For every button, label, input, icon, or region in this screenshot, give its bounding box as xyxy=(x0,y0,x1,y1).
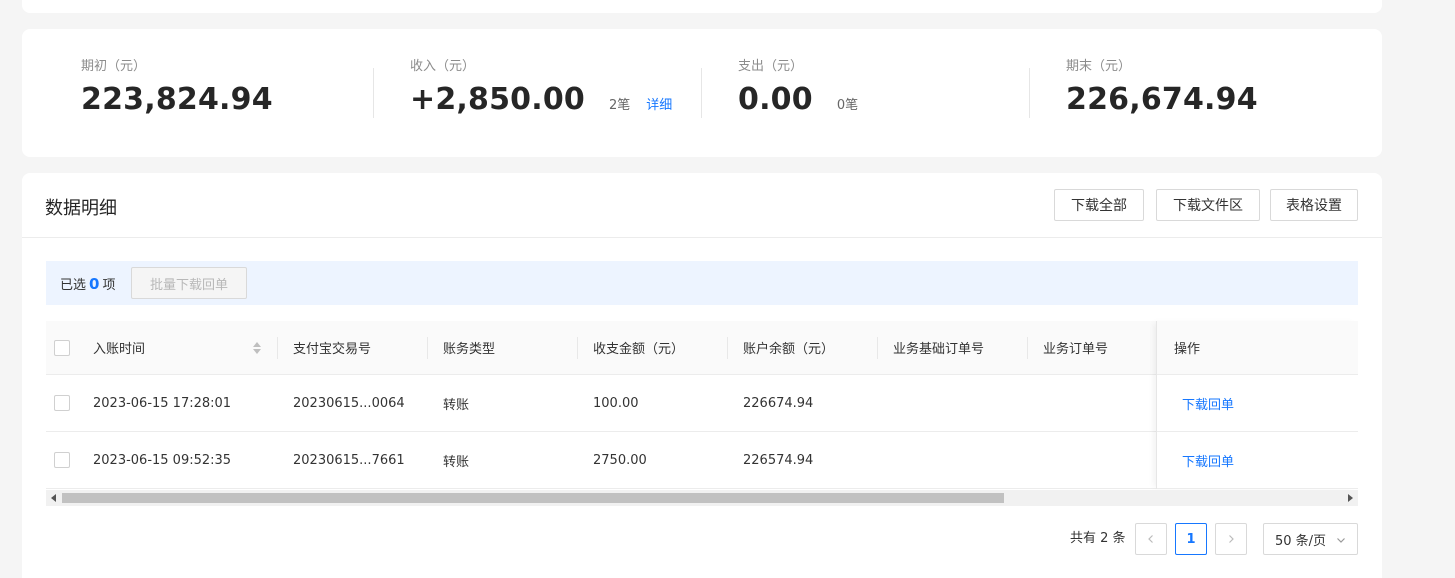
detail-header: 数据明细 下载全部 下载文件区 表格设置 xyxy=(22,173,1382,238)
scroll-right-icon[interactable] xyxy=(1348,494,1353,502)
row-checkbox[interactable] xyxy=(54,395,70,411)
stat-expense-value: 0.00 xyxy=(738,82,813,117)
chevron-right-icon xyxy=(1229,535,1234,543)
cell-balance: 226574.94 xyxy=(743,452,814,468)
header-trade-no: 支付宝交易号 xyxy=(293,342,372,357)
table-settings-button[interactable]: 表格设置 xyxy=(1270,189,1358,221)
prev-page-button[interactable] xyxy=(1135,523,1167,555)
header-base-order: 业务基础订单号 xyxy=(893,342,985,357)
cell-balance: 226674.94 xyxy=(743,395,814,411)
selection-count: 0 xyxy=(89,275,100,293)
stat-income-value: +2,850.00 xyxy=(410,82,585,117)
horizontal-scrollbar[interactable] xyxy=(46,490,1358,506)
summary-card: 期初（元） 223,824.94 收入（元） +2,850.00 2笔 详细 支… xyxy=(22,29,1382,157)
sort-icon[interactable] xyxy=(252,341,262,355)
stat-closing: 期末（元） 226,674.94 xyxy=(1066,55,1258,117)
top-card xyxy=(22,0,1382,13)
pagination-total: 共有 2 条 xyxy=(1070,531,1126,546)
selection-bar: 已选 0 项 批量下载回单 xyxy=(46,261,1358,305)
scrollbar-thumb[interactable] xyxy=(62,493,1004,503)
column-separator[interactable] xyxy=(427,337,428,359)
header-time: 入账时间 xyxy=(93,342,146,357)
scroll-left-icon[interactable] xyxy=(51,494,56,502)
cell-amount: 2750.00 xyxy=(593,452,647,468)
selection-prefix: 已选 xyxy=(60,278,87,293)
header-type: 账务类型 xyxy=(443,342,496,357)
column-separator[interactable] xyxy=(877,337,878,359)
cell-time: 2023-06-15 17:28:01 xyxy=(93,395,232,411)
row-checkbox[interactable] xyxy=(54,452,70,468)
next-page-button[interactable] xyxy=(1215,523,1247,555)
stat-income-label: 收入（元） xyxy=(410,59,476,74)
batch-download-button[interactable]: 批量下载回单 xyxy=(131,267,247,299)
stat-divider xyxy=(701,68,702,118)
column-separator[interactable] xyxy=(727,337,728,359)
stat-divider xyxy=(1029,68,1030,118)
stat-divider xyxy=(373,68,374,118)
stat-income-count: 2笔 xyxy=(608,98,631,113)
cell-amount: 100.00 xyxy=(593,395,639,411)
chevron-left-icon xyxy=(1148,535,1153,543)
cell-type: 转账 xyxy=(443,454,470,470)
fixed-action-column xyxy=(1156,321,1358,489)
column-separator[interactable] xyxy=(277,337,278,359)
stat-expense: 支出（元） 0.00 0笔 xyxy=(738,55,858,117)
cell-trade-no: 20230615...7661 xyxy=(293,452,405,468)
detail-title: 数据明细 xyxy=(45,198,117,219)
column-separator[interactable] xyxy=(577,337,578,359)
stat-opening-label: 期初（元） xyxy=(81,59,147,74)
chevron-down-icon xyxy=(1337,538,1345,543)
page-size-value: 50 条/页 xyxy=(1275,533,1327,549)
stat-opening: 期初（元） 223,824.94 xyxy=(81,55,273,117)
stat-expense-count: 0笔 xyxy=(836,98,859,113)
download-all-button[interactable]: 下载全部 xyxy=(1054,189,1144,221)
stat-opening-value: 223,824.94 xyxy=(81,82,273,117)
page-1-button[interactable]: 1 xyxy=(1175,523,1207,555)
stat-expense-label: 支出（元） xyxy=(738,59,804,74)
page-size-select[interactable]: 50 条/页 xyxy=(1263,523,1358,555)
header-balance: 账户余额（元） xyxy=(743,342,835,357)
header-order: 业务订单号 xyxy=(1043,342,1109,357)
cell-trade-no: 20230615...0064 xyxy=(293,395,405,411)
select-all-checkbox[interactable] xyxy=(54,340,70,356)
cell-time: 2023-06-15 09:52:35 xyxy=(93,452,232,468)
cell-type: 转账 xyxy=(443,397,470,413)
stat-closing-label: 期末（元） xyxy=(1066,59,1132,74)
download-files-button[interactable]: 下载文件区 xyxy=(1156,189,1260,221)
detail-card: 数据明细 下载全部 下载文件区 表格设置 已选 0 项 批量下载回单 入账时间 支付… xyxy=(22,173,1382,578)
selection-text: 已选 0 项 xyxy=(60,274,115,293)
income-detail-link[interactable]: 详细 xyxy=(646,94,672,113)
stat-income: 收入（元） +2,850.00 2笔 详细 xyxy=(410,55,672,117)
selection-suffix: 项 xyxy=(102,278,116,293)
column-separator[interactable] xyxy=(1027,337,1028,359)
stat-closing-value: 226,674.94 xyxy=(1066,82,1258,117)
header-amount: 收支金额（元） xyxy=(593,342,685,357)
